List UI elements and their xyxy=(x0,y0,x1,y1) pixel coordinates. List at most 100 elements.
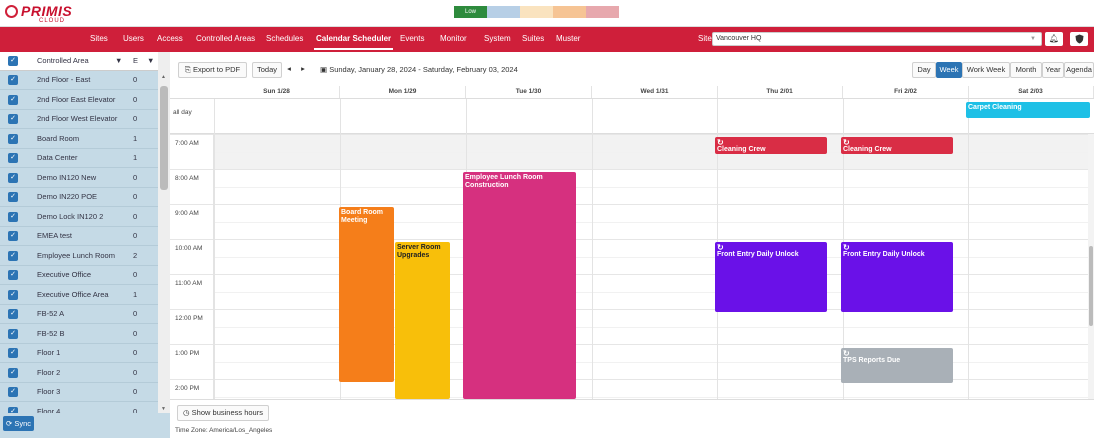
sync-button[interactable]: ⟳ Sync xyxy=(3,416,34,431)
threat-level-3[interactable] xyxy=(520,6,553,18)
hour-row[interactable] xyxy=(170,239,1094,274)
nav-suites[interactable]: Suites xyxy=(522,27,544,52)
nav-sites[interactable]: Sites xyxy=(90,27,108,52)
grid-scroll-thumb[interactable] xyxy=(1089,246,1093,326)
scroll-up-icon[interactable]: ▲ xyxy=(161,74,166,80)
area-checkbox[interactable]: ✓ xyxy=(8,250,18,261)
sidebar-area-row[interactable]: ✓ Employee Lunch Room 2 xyxy=(0,247,158,266)
sidebar-area-row[interactable]: ✓ 2nd Floor - East 0 xyxy=(0,71,158,90)
grid-scrollbar[interactable] xyxy=(1088,134,1094,399)
today-button[interactable]: Today xyxy=(252,62,282,78)
nav-monitor[interactable]: Monitor xyxy=(440,27,467,52)
event-server-room-upgrades[interactable]: Server Room Upgrades xyxy=(395,242,450,399)
view-month-button[interactable]: Month xyxy=(1010,62,1042,78)
hour-row[interactable] xyxy=(170,344,1094,379)
sidebar-area-row[interactable]: ✓ Executive Office Area 1 xyxy=(0,286,158,305)
area-checkbox[interactable]: ✓ xyxy=(8,114,18,124)
area-checkbox[interactable]: ✓ xyxy=(8,309,18,319)
hour-row[interactable] xyxy=(170,204,1094,239)
date-range[interactable]: ▣ Sunday, January 28, 2024 - Saturday, F… xyxy=(320,62,518,78)
show-business-hours-button[interactable]: ◷ Show business hours xyxy=(177,405,269,421)
event-cleaning-crew-fri[interactable]: ↻ Cleaning Crew xyxy=(841,137,953,154)
event-cleaning-crew-thu[interactable]: ↻ Cleaning Crew xyxy=(715,137,827,154)
prev-week-button[interactable]: ◂ xyxy=(282,62,296,78)
threat-level-low[interactable]: Low xyxy=(454,6,487,18)
area-checkbox[interactable]: ✓ xyxy=(8,153,18,163)
column-header-count[interactable]: E xyxy=(133,52,138,70)
area-checkbox[interactable]: ✓ xyxy=(8,133,18,144)
nav-muster[interactable]: Muster xyxy=(556,27,580,52)
event-board-room-meeting[interactable]: Board Room Meeting xyxy=(339,207,394,382)
site-select[interactable]: Vancouver HQ ▼ xyxy=(712,32,1042,46)
day-header[interactable]: Sun 1/28 xyxy=(214,86,340,98)
sidebar-area-row[interactable]: ✓ Floor 1 0 xyxy=(0,344,158,363)
column-header-area[interactable]: Controlled Area xyxy=(37,52,89,70)
day-header[interactable]: Wed 1/31 xyxy=(592,86,718,98)
day-header[interactable]: Tue 1/30 xyxy=(466,86,592,98)
nav-controlled-areas[interactable]: Controlled Areas xyxy=(196,27,255,52)
day-header[interactable]: Sat 2/03 xyxy=(968,86,1094,98)
threat-level-4[interactable] xyxy=(553,6,586,18)
nav-events[interactable]: Events xyxy=(400,27,424,52)
area-checkbox[interactable]: ✓ xyxy=(8,348,18,358)
sidebar-scroll-thumb[interactable] xyxy=(160,86,168,190)
area-checkbox[interactable]: ✓ xyxy=(8,387,18,397)
event-front-entry-unlock-thu[interactable]: ↻ Front Entry Daily Unlock xyxy=(715,242,827,312)
hour-row[interactable] xyxy=(170,309,1094,344)
filter-icon[interactable]: ▼ xyxy=(115,52,122,70)
day-header[interactable]: Thu 2/01 xyxy=(717,86,843,98)
area-checkbox[interactable]: ✓ xyxy=(8,367,18,378)
sidebar-area-row[interactable]: ✓ Demo IN120 New 0 xyxy=(0,169,158,188)
sidebar-area-row[interactable]: ✓ FB-52 A 0 xyxy=(0,305,158,324)
area-checkbox[interactable]: ✓ xyxy=(8,211,18,222)
view-day-button[interactable]: Day xyxy=(912,62,936,78)
view-agenda-button[interactable]: Agenda xyxy=(1064,62,1094,78)
security-button[interactable] xyxy=(1070,32,1088,46)
sidebar-area-row[interactable]: ✓ Floor 3 0 xyxy=(0,383,158,402)
nav-calendar-scheduler[interactable]: Calendar Scheduler xyxy=(313,27,394,52)
area-checkbox[interactable]: ✓ xyxy=(8,270,18,280)
sidebar-scrollbar[interactable]: ▲ ▼ xyxy=(158,52,170,424)
nav-schedules[interactable]: Schedules xyxy=(266,27,303,52)
view-week-button[interactable]: Week xyxy=(936,62,962,78)
scroll-down-icon[interactable]: ▼ xyxy=(161,406,166,412)
count-filter-icon[interactable]: ▼ xyxy=(147,52,154,70)
sidebar-area-row[interactable]: ✓ EMEA test 0 xyxy=(0,227,158,246)
sidebar-area-row[interactable]: ✓ 2nd Floor West Elevator 0 xyxy=(0,110,158,129)
sidebar-area-row[interactable]: ✓ Demo Lock IN120 2 0 xyxy=(0,208,158,227)
day-header[interactable]: Fri 2/02 xyxy=(843,86,969,98)
day-header[interactable]: Mon 1/29 xyxy=(340,86,466,98)
event-carpet-cleaning[interactable]: Carpet Cleaning xyxy=(966,102,1090,118)
sidebar-area-row[interactable]: ✓ 2nd Floor East Elevator 0 xyxy=(0,91,158,110)
event-tps-reports-due[interactable]: ↻ TPS Reports Due xyxy=(841,348,953,383)
all-day-row[interactable] xyxy=(170,99,1094,134)
select-all-checkbox[interactable]: ✓ xyxy=(8,56,18,66)
threat-level-2[interactable] xyxy=(487,6,520,18)
sidebar-area-row[interactable]: ✓ FB-52 B 0 xyxy=(0,325,158,344)
sidebar-area-row[interactable]: ✓ Demo IN220 POE 0 xyxy=(0,188,158,207)
area-checkbox[interactable]: ✓ xyxy=(8,231,18,241)
event-front-entry-unlock-fri[interactable]: ↻ Front Entry Daily Unlock xyxy=(841,242,953,312)
view-year-button[interactable]: Year xyxy=(1042,62,1064,78)
sidebar-area-row[interactable]: ✓ Executive Office 0 xyxy=(0,266,158,285)
sidebar-area-row[interactable]: ✓ Board Room 1 xyxy=(0,130,158,149)
threat-level-5[interactable] xyxy=(586,6,619,18)
next-week-button[interactable]: ▸ xyxy=(296,62,310,78)
hour-row[interactable] xyxy=(170,169,1094,204)
hour-row[interactable] xyxy=(170,134,1094,169)
area-checkbox[interactable]: ✓ xyxy=(8,172,18,183)
export-pdf-button[interactable]: ⎘ Export to PDF xyxy=(178,62,247,78)
event-lunch-room-construction[interactable]: Employee Lunch Room Construction xyxy=(463,172,576,399)
nav-users[interactable]: Users xyxy=(123,27,144,52)
area-checkbox[interactable]: ✓ xyxy=(8,75,18,85)
nav-system[interactable]: System xyxy=(484,27,511,52)
sidebar-area-row[interactable]: ✓ Data Center 1 xyxy=(0,149,158,168)
nav-access[interactable]: Access xyxy=(157,27,183,52)
view-work-week-button[interactable]: Work Week xyxy=(962,62,1010,78)
area-checkbox[interactable]: ✓ xyxy=(8,289,18,300)
area-checkbox[interactable]: ✓ xyxy=(8,192,18,202)
hour-row[interactable] xyxy=(170,379,1094,399)
area-checkbox[interactable]: ✓ xyxy=(8,328,18,339)
primis-logo[interactable]: PRIMIS CLOUD xyxy=(5,4,72,24)
area-checkbox[interactable]: ✓ xyxy=(8,94,18,105)
